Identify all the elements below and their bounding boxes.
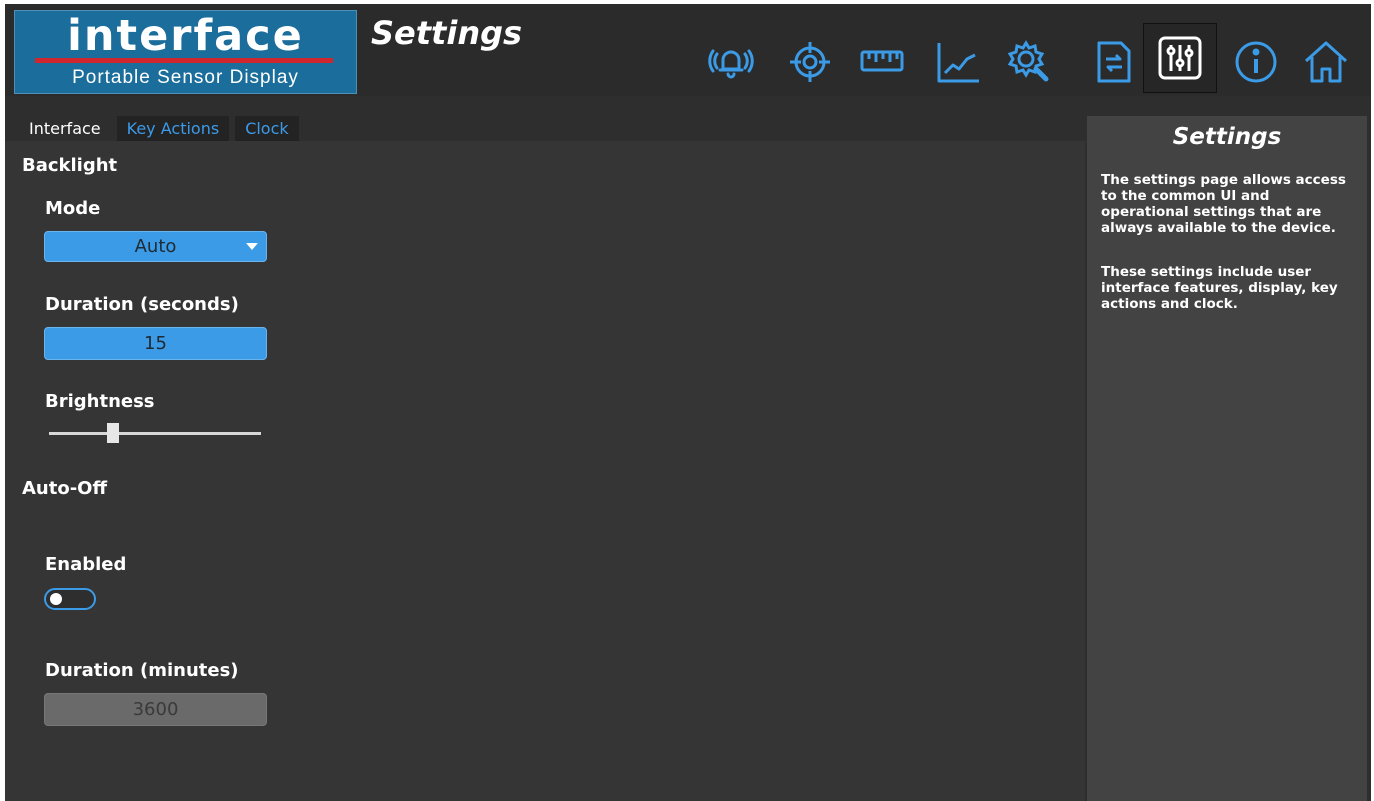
backlight-section-label: Backlight (22, 155, 118, 176)
chart-icon (937, 43, 979, 83)
page-title: Settings (371, 14, 523, 52)
auto-off-section-label: Auto-Off (22, 478, 108, 499)
mode-select[interactable]: Auto (44, 231, 267, 262)
ruler-button[interactable] (857, 36, 907, 88)
target-button[interactable] (785, 36, 835, 88)
brightness-slider[interactable] (49, 423, 261, 445)
chart-button[interactable] (933, 36, 983, 88)
caret-down-icon (246, 243, 258, 250)
ruler-icon (860, 50, 904, 72)
settings-tabs: Interface Key Actions Clock (19, 116, 305, 142)
logo-wordmark: interface (67, 11, 304, 61)
gear-wrench-icon (1007, 40, 1049, 82)
help-panel: Settings The settings page allows access… (1087, 116, 1367, 801)
brightness-slider-thumb[interactable] (106, 423, 119, 443)
mode-select-value: Auto (134, 236, 177, 257)
info-icon (1235, 41, 1277, 83)
logo-subtitle: Portable Sensor Display (72, 67, 299, 88)
alarm-button[interactable] (706, 36, 756, 88)
auto-off-enabled-toggle[interactable] (44, 588, 96, 610)
target-icon (790, 42, 830, 82)
tab-key-actions[interactable]: Key Actions (116, 116, 230, 142)
info-button[interactable] (1231, 36, 1281, 88)
app-window: interface Portable Sensor Display Settin… (5, 4, 1371, 801)
brand-logo: interface Portable Sensor Display (14, 10, 357, 94)
backlight-duration-input[interactable]: 15 (44, 327, 267, 360)
alarm-icon (708, 49, 754, 79)
logo-red-bar (35, 58, 333, 63)
home-button[interactable] (1301, 36, 1351, 88)
mode-label: Mode (45, 198, 101, 219)
backlight-duration-label: Duration (seconds) (45, 294, 239, 315)
home-icon (1304, 41, 1348, 83)
file-transfer-icon (1097, 41, 1131, 83)
enabled-label: Enabled (45, 554, 127, 575)
sliders-icon (1158, 36, 1202, 80)
header-bar: interface Portable Sensor Display Settin… (5, 4, 1371, 96)
help-paragraph-2: These settings include user interface fe… (1101, 264, 1338, 312)
brightness-label: Brightness (45, 391, 155, 412)
tab-interface[interactable]: Interface (19, 116, 111, 142)
toggle-knob (50, 593, 62, 605)
help-paragraph-1: The settings page allows access to the c… (1101, 172, 1346, 236)
help-title: Settings (1172, 124, 1282, 150)
tab-clock[interactable]: Clock (235, 116, 299, 142)
brightness-slider-track (49, 432, 261, 435)
file-transfer-button[interactable] (1089, 36, 1139, 88)
auto-off-duration-input[interactable]: 3600 (44, 693, 267, 726)
gear-wrench-button[interactable] (1004, 36, 1054, 88)
settings-sliders-button[interactable] (1143, 23, 1217, 93)
auto-off-duration-label: Duration (minutes) (45, 660, 239, 681)
